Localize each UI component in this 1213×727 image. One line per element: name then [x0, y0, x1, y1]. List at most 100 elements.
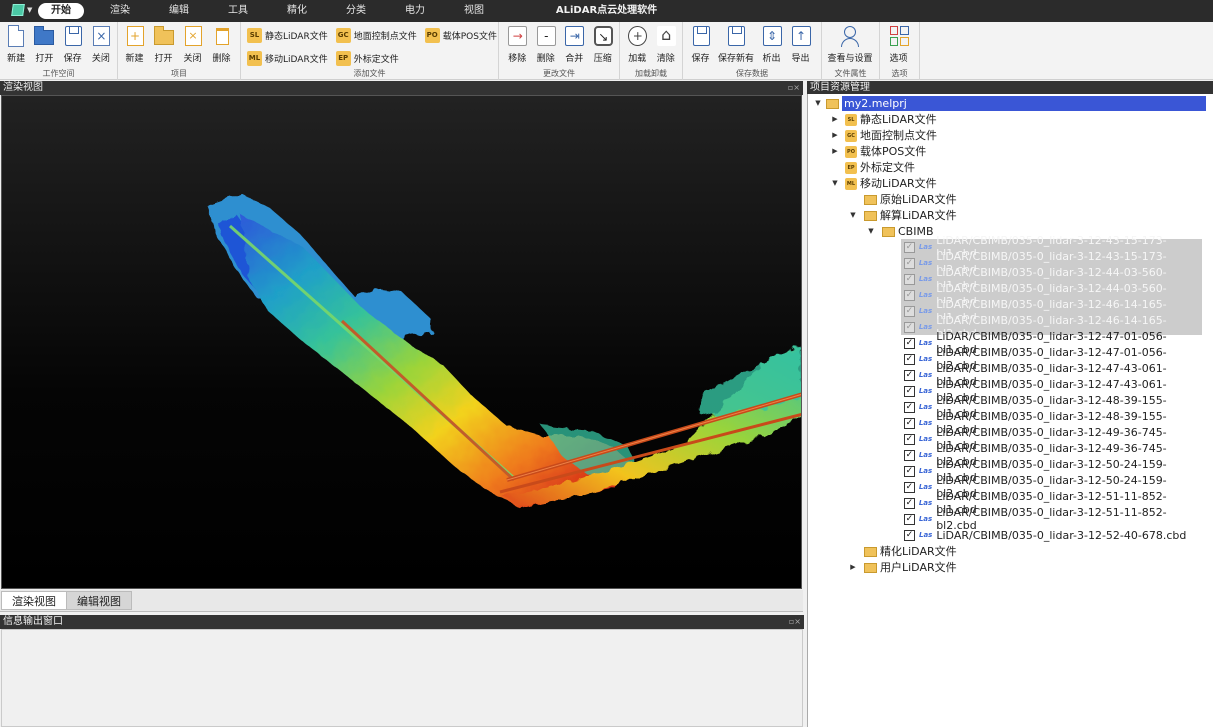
compress-file-button[interactable]: ↘ 压缩: [589, 25, 618, 64]
expand-arrow-icon[interactable]: ▼: [813, 96, 823, 111]
project-close-button[interactable]: × 关闭: [178, 25, 207, 64]
save-icon: [62, 25, 84, 49]
merge-file-button[interactable]: ⇥ 合并: [560, 25, 589, 64]
ground-control-tag-icon: GC: [335, 27, 351, 43]
file-checkbox[interactable]: ✓: [904, 241, 915, 253]
group-options: 选项 选项: [880, 22, 920, 80]
collapse-arrow-icon[interactable]: ▶: [830, 112, 840, 127]
file-checkbox[interactable]: ✓: [904, 481, 915, 493]
file-checkbox[interactable]: ✓: [904, 513, 915, 525]
ground-control-icon: GC: [845, 129, 857, 142]
menu-refine[interactable]: 精化: [274, 3, 320, 19]
collapse-arrow-icon[interactable]: ▶: [830, 144, 840, 159]
options-grid-icon: [888, 25, 910, 49]
collapse-arrow-icon[interactable]: ▶: [848, 560, 858, 575]
add-mobile-lidar-button[interactable]: ML 移动LiDAR文件: [247, 48, 328, 68]
project-open-button[interactable]: 打开: [149, 25, 178, 64]
workspace-close-button[interactable]: × 关闭: [87, 25, 115, 64]
tree-node-solved-lidar[interactable]: ▼ 解算LiDAR文件: [848, 208, 956, 223]
carrier-pos-tag-icon: PO: [424, 27, 440, 43]
expand-arrow-icon[interactable]: ▼: [866, 224, 876, 239]
menu-view[interactable]: 视图: [451, 3, 497, 19]
las-file-icon: Las: [918, 515, 933, 523]
add-carrier-pos-button[interactable]: PO 载体POS文件: [424, 25, 497, 45]
file-checkbox[interactable]: ✓: [904, 369, 915, 381]
project-new-button[interactable]: + 新建: [120, 25, 149, 64]
file-checkbox[interactable]: ✓: [904, 465, 915, 477]
menu-start[interactable]: 开始: [38, 3, 84, 19]
delete-file-button[interactable]: - 删除: [532, 25, 561, 64]
file-checkbox[interactable]: ✓: [904, 321, 915, 333]
render-viewport[interactable]: [1, 95, 802, 589]
file-checkbox[interactable]: ✓: [904, 353, 915, 365]
expand-arrow-icon[interactable]: ▼: [830, 176, 840, 191]
menu-power[interactable]: 电力: [392, 3, 438, 19]
export-button[interactable]: ↑ 导出: [786, 25, 815, 64]
tree-node-user-lidar[interactable]: ▶ 用户LiDAR文件: [848, 560, 956, 575]
las-file-icon: Las: [918, 323, 933, 331]
las-file-icon: Las: [918, 259, 933, 267]
app-logo-icon[interactable]: ▼: [10, 2, 32, 20]
group-load-unload: + 加载 ⌂ 清除 加载卸载: [620, 22, 683, 80]
file-checkbox[interactable]: ✓: [904, 305, 915, 317]
tree-node-mobile-lidar[interactable]: ▼ ML 移动LiDAR文件: [830, 176, 936, 191]
file-checkbox[interactable]: ✓: [904, 289, 915, 301]
output-window-body[interactable]: [1, 629, 803, 727]
file-checkbox[interactable]: ✓: [904, 529, 915, 541]
trash-icon: [211, 25, 233, 49]
view-settings-button[interactable]: 查看与设置: [825, 25, 875, 64]
extract-button[interactable]: ⇕ 析出: [757, 25, 786, 64]
tree-node-static-lidar[interactable]: ▶ SL 静态LiDAR文件: [830, 112, 936, 127]
folder-icon: [864, 210, 877, 221]
load-button[interactable]: + 加载: [623, 25, 652, 64]
output-pin-close-icon[interactable]: ▫×: [789, 615, 801, 629]
tree-node-ground-control[interactable]: ▶ GC 地面控制点文件: [830, 128, 937, 143]
add-ground-control-button[interactable]: GC 地面控制点文件: [335, 25, 417, 45]
expand-arrow-icon[interactable]: ▼: [848, 208, 858, 223]
las-file-icon: Las: [918, 355, 933, 363]
file-row[interactable]: ✓ Las LiDAR/CBIMB/035-0_lidar-3-12-52-40-6…: [901, 527, 1202, 543]
add-static-lidar-button[interactable]: SL 静态LiDAR文件: [247, 25, 328, 45]
group-project: + 新建 打开 × 关闭 删除 项目: [118, 22, 241, 80]
tree-node-cbimb[interactable]: ▼ CBIMB: [866, 224, 933, 239]
collapse-arrow-icon[interactable]: ▶: [830, 128, 840, 143]
tree-node-raw-lidar[interactable]: 原始LiDAR文件: [864, 192, 957, 207]
menu-classify[interactable]: 分类: [333, 3, 379, 19]
file-checkbox[interactable]: ✓: [904, 273, 915, 285]
remove-file-button[interactable]: → 移除: [503, 25, 532, 64]
las-file-icon: Las: [918, 339, 933, 347]
file-row[interactable]: ✓ Las LiDAR/CBIMB/035-0_lidar-3-12-51-11-8…: [901, 506, 1202, 532]
menu-render[interactable]: 渲染: [97, 3, 143, 19]
file-checkbox[interactable]: ✓: [904, 433, 915, 445]
workspace-open-button[interactable]: 打开: [30, 25, 58, 64]
file-checkbox[interactable]: ✓: [904, 337, 915, 349]
save-new-icon: [725, 25, 747, 49]
tree-node-refined-lidar[interactable]: 精化LiDAR文件: [864, 544, 957, 559]
tree-node-carrier-pos[interactable]: ▶ PO 载体POS文件: [830, 144, 926, 159]
file-checkbox[interactable]: ✓: [904, 385, 915, 397]
pin-close-icon[interactable]: ▫×: [788, 81, 800, 95]
tree-node-external-calib[interactable]: EP 外标定文件: [845, 160, 915, 175]
options-button[interactable]: 选项: [884, 25, 913, 64]
workspace-save-button[interactable]: 保存: [59, 25, 87, 64]
menu-tools[interactable]: 工具: [215, 3, 261, 19]
save-data-button[interactable]: 保存: [686, 25, 715, 64]
save-data-icon: [690, 25, 712, 49]
tab-render-view[interactable]: 渲染视图: [1, 591, 67, 610]
file-checkbox[interactable]: ✓: [904, 401, 915, 413]
tab-edit-view[interactable]: 编辑视图: [66, 591, 132, 610]
folder-icon: [864, 546, 877, 557]
save-new-button[interactable]: 保存新有: [715, 25, 757, 64]
tree-root[interactable]: ▼ my2.melprj: [813, 96, 1206, 111]
project-delete-button[interactable]: 删除: [207, 25, 236, 64]
menu-edit[interactable]: 编辑: [156, 3, 202, 19]
file-checkbox[interactable]: ✓: [904, 257, 915, 269]
file-checkbox[interactable]: ✓: [904, 497, 915, 509]
workspace-new-button[interactable]: 新建: [2, 25, 30, 64]
project-tree: ▼ my2.melprj ▶ SL 静态LiDAR文件 ▶ GC 地面控制点文件 ▶ PO…: [807, 94, 1213, 727]
file-name: LiDAR/CBIMB/035-0_lidar-3-12-52-40-678.c…: [936, 528, 1187, 542]
add-external-calib-button[interactable]: EP 外标定文件: [335, 48, 417, 68]
clear-button[interactable]: ⌂ 清除: [652, 25, 681, 64]
file-checkbox[interactable]: ✓: [904, 449, 915, 461]
file-checkbox[interactable]: ✓: [904, 417, 915, 429]
